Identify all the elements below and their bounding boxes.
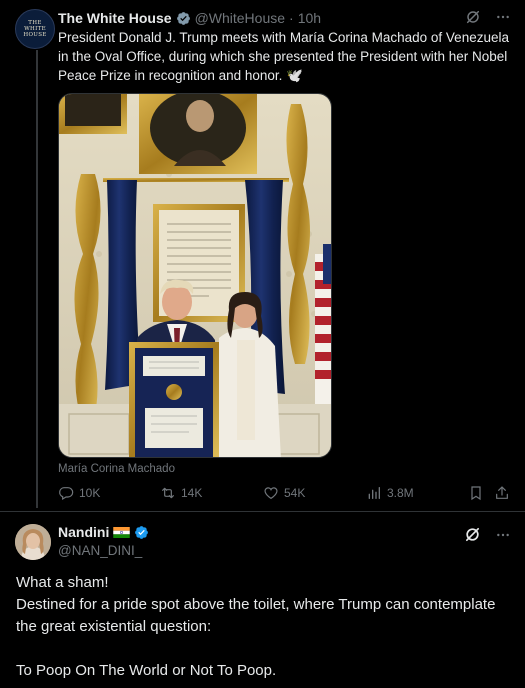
nandini-avatar[interactable]	[15, 524, 51, 560]
like-count: 54K	[284, 486, 306, 500]
bookmark-icon	[471, 486, 481, 501]
india-flag-icon	[113, 526, 131, 538]
like-button[interactable]: 54K	[263, 485, 305, 501]
tweet-body-text: President Donald J. Trump meets with Mar…	[58, 30, 509, 83]
oval-office-photo-illustration	[59, 94, 331, 457]
tweet-header: The White House @WhiteHouse · 10h	[58, 8, 511, 28]
tweet-divider	[0, 511, 525, 512]
thread-connector-line	[36, 50, 38, 508]
grok-icon[interactable]	[465, 9, 481, 25]
tweet-action-bar: 10K 14K 54K 3.8M	[58, 485, 510, 505]
white-house-avatar[interactable]: THE WHITE HOUSE	[15, 9, 55, 49]
photo-caption[interactable]: María Corina Machado	[58, 463, 175, 475]
author-handle[interactable]: @WhiteHouse	[195, 10, 285, 26]
reply-button[interactable]: 10K	[58, 485, 100, 501]
share-button[interactable]	[494, 485, 510, 501]
reply-header-actions	[464, 526, 511, 543]
more-icon[interactable]	[495, 9, 511, 25]
reply-author-name[interactable]: Nandini	[58, 524, 109, 540]
avatar-portrait-illustration	[15, 524, 51, 560]
author-name[interactable]: The White House	[58, 10, 172, 26]
reply-line: To Poop On The World or Not To Poop.	[16, 662, 277, 679]
verified-blue-badge-icon	[135, 525, 149, 539]
more-icon[interactable]	[495, 527, 511, 543]
repost-count: 14K	[181, 486, 203, 500]
tweet-time[interactable]: 10h	[298, 10, 321, 26]
separator-dot: ·	[289, 10, 294, 26]
view-count: 3.8M	[387, 486, 414, 500]
reply-line: What a sham!	[16, 574, 109, 591]
repost-icon	[162, 487, 174, 499]
verified-gray-badge-icon	[176, 11, 190, 25]
header-actions	[465, 9, 511, 25]
avatar-seal-text: HOUSE	[23, 32, 47, 38]
reply-author-handle[interactable]: @NAN_DINI_	[58, 543, 142, 558]
reply-icon	[59, 487, 74, 501]
reply-count: 10K	[79, 486, 101, 500]
reply-header: Nandini	[58, 524, 153, 540]
share-icon	[496, 486, 508, 499]
repost-button[interactable]: 14K	[160, 485, 202, 501]
reply-body: What a sham! Destined for a pride spot a…	[16, 572, 516, 682]
views-icon	[368, 487, 380, 499]
reply-line: Destined for a pride spot above the toil…	[16, 596, 496, 635]
bookmark-button[interactable]	[468, 485, 484, 501]
tweet-photo[interactable]	[58, 93, 332, 458]
like-icon	[264, 487, 278, 500]
views-button[interactable]: 3.8M	[366, 485, 414, 501]
grok-icon[interactable]	[464, 526, 481, 543]
